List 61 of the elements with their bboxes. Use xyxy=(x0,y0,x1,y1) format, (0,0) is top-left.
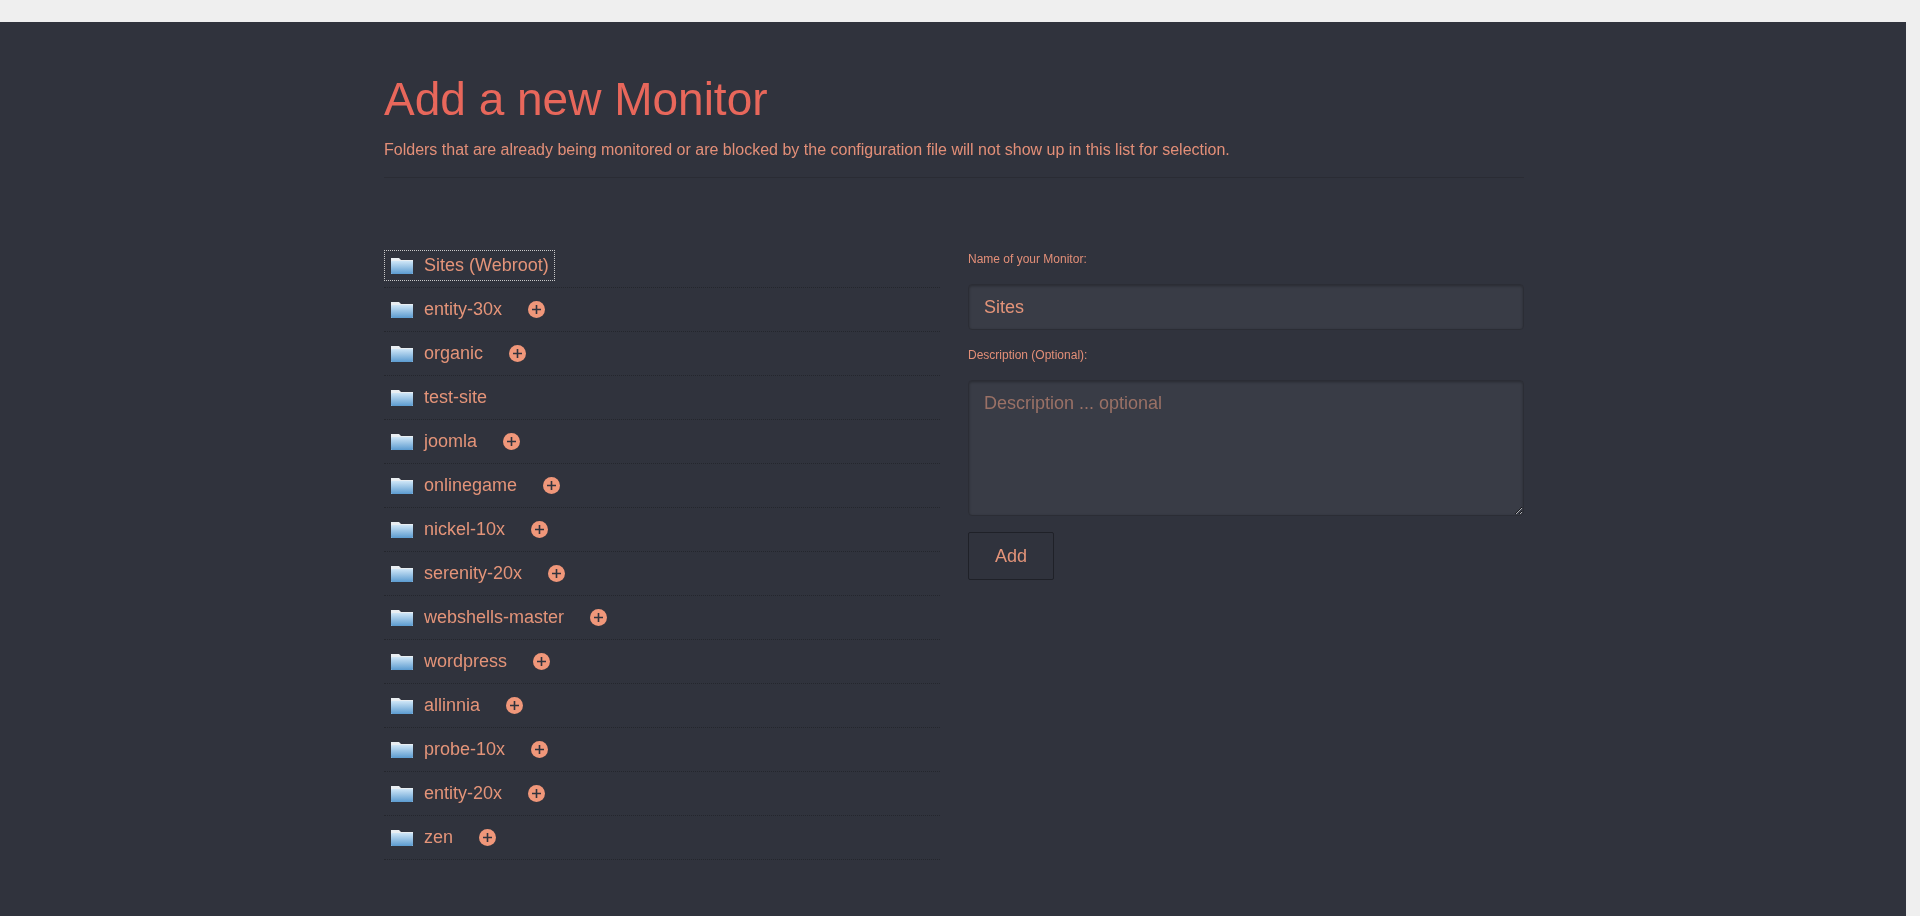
add-icon[interactable] xyxy=(533,653,551,671)
add-icon[interactable] xyxy=(528,785,546,803)
folder-icon xyxy=(390,564,414,584)
folder-item[interactable]: joomla xyxy=(384,426,484,458)
name-input[interactable]: Sites xyxy=(968,284,1524,331)
folder-icon xyxy=(390,300,414,320)
folder-item[interactable]: onlinegame xyxy=(384,470,524,502)
folder-name: wordpress xyxy=(424,651,508,673)
folder-icon xyxy=(390,476,414,496)
folder-name: entity-20x xyxy=(424,783,503,805)
folder-name: allinnia xyxy=(424,695,481,717)
folder-item[interactable]: webshells-master xyxy=(384,602,571,634)
folder-name: test-site xyxy=(424,387,488,409)
folder-icon xyxy=(390,784,414,804)
folder-icon xyxy=(390,696,414,716)
folder-icon xyxy=(390,828,414,848)
folder-item[interactable]: allinnia xyxy=(384,690,487,722)
folder-name: webshells-master xyxy=(424,607,565,629)
folder-icon xyxy=(390,432,414,452)
folder-item[interactable]: probe-10x xyxy=(384,734,512,766)
folder-icon xyxy=(390,652,414,672)
page-subtitle: Folders that are already being monitored or are blocked by the configuration file will not show up in this list for selection. xyxy=(384,141,1231,160)
folder-name: probe-10x xyxy=(424,739,506,761)
folder-icon xyxy=(390,256,414,276)
add-icon[interactable] xyxy=(503,433,521,451)
folder-icon xyxy=(390,344,414,364)
folder-item[interactable]: organic xyxy=(384,338,490,370)
add-icon[interactable] xyxy=(506,697,524,715)
field-label: Description (Optional): xyxy=(968,348,1089,363)
folder-item[interactable]: wordpress xyxy=(384,646,514,678)
folder-name: entity-30x xyxy=(424,299,503,321)
folder-name: serenity-20x xyxy=(424,563,523,585)
folder-item[interactable]: entity-20x xyxy=(384,778,509,810)
add-icon[interactable] xyxy=(479,829,497,847)
add-icon[interactable] xyxy=(590,609,608,627)
add-icon[interactable] xyxy=(528,301,546,319)
folder-icon xyxy=(390,608,414,628)
add-icon[interactable] xyxy=(509,345,527,363)
description-textarea[interactable]: Description ... optional xyxy=(968,380,1524,517)
add-icon[interactable] xyxy=(548,565,566,583)
folder-name: zen xyxy=(424,827,454,849)
folder-icon xyxy=(390,520,414,540)
folder-icon xyxy=(390,388,414,408)
folder-name: joomla xyxy=(424,431,478,453)
add-icon[interactable] xyxy=(531,741,549,759)
folder-item[interactable]: serenity-20x xyxy=(384,558,529,590)
folder-item[interactable]: entity-30x xyxy=(384,294,509,326)
folder-name: nickel-10x xyxy=(424,519,506,541)
field-label: Name of your Monitor: xyxy=(968,252,1088,267)
folder-name: onlinegame xyxy=(424,475,518,497)
folder-item[interactable]: nickel-10x xyxy=(384,514,512,546)
add-button[interactable]: Add xyxy=(968,532,1054,581)
folder-name: organic xyxy=(424,343,484,365)
add-icon[interactable] xyxy=(543,477,561,495)
folder-name: Sites (Webroot) xyxy=(424,255,549,277)
folder-item[interactable]: test-site xyxy=(384,382,494,414)
folder-item[interactable]: zen xyxy=(384,822,460,854)
add-icon[interactable] xyxy=(531,521,549,539)
folder-icon xyxy=(390,740,414,760)
folder-item[interactable]: Sites (Webroot) xyxy=(384,250,555,282)
page-title: Add a new Monitor xyxy=(384,72,769,127)
